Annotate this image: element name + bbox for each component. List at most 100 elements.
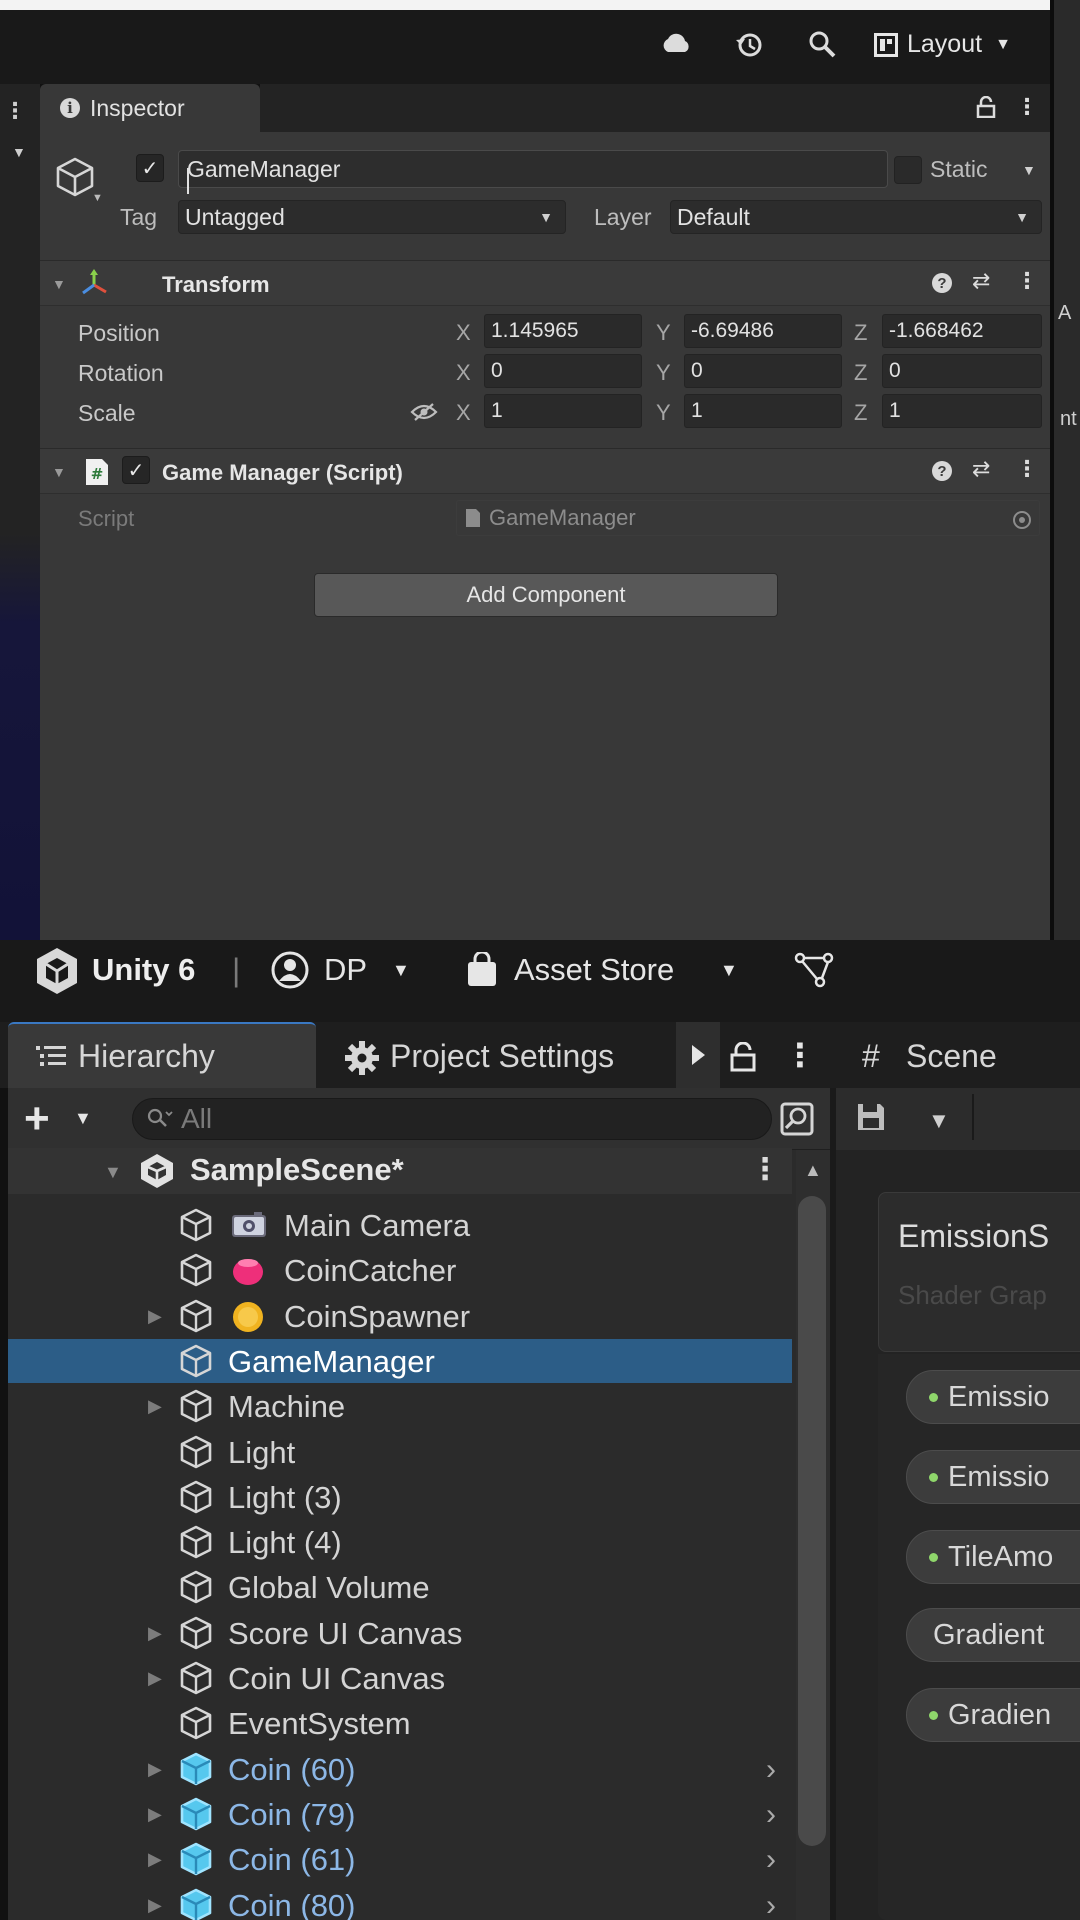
- fold-arrow-icon[interactable]: ▶: [148, 1396, 162, 1417]
- hierarchy-row[interactable]: ▶ CoinSpawner: [8, 1294, 792, 1338]
- fold-arrow-icon[interactable]: ▶: [148, 1623, 162, 1644]
- rotation-z-field[interactable]: 0: [882, 354, 1042, 388]
- position-x-field[interactable]: 1.145965: [484, 314, 642, 348]
- hierarchy-row[interactable]: GameManager: [8, 1339, 792, 1383]
- active-checkbox[interactable]: ✓: [136, 154, 164, 182]
- add-plus-button[interactable]: +: [24, 1094, 50, 1144]
- shader-property-pill[interactable]: Gradient: [906, 1608, 1080, 1662]
- more-vertical-icon[interactable]: ⋮: [784, 1036, 816, 1074]
- tab-overflow-button[interactable]: [676, 1022, 720, 1088]
- shopping-bag-icon[interactable]: [466, 952, 498, 988]
- chevron-down-icon[interactable]: ▼: [12, 144, 26, 160]
- position-y-field[interactable]: -6.69486: [684, 314, 842, 348]
- rotation-y-field[interactable]: 0: [684, 354, 842, 388]
- version-control-icon[interactable]: [794, 952, 834, 988]
- chevron-down-icon[interactable]: ▼: [928, 1108, 950, 1134]
- scale-y-field[interactable]: 1: [684, 394, 842, 428]
- hierarchy-row[interactable]: EventSystem: [8, 1701, 792, 1745]
- scrollbar-thumb[interactable]: [798, 1196, 826, 1846]
- fold-arrow-icon[interactable]: ▶: [148, 1668, 162, 1689]
- gameobject-cube-icon: [178, 1252, 214, 1288]
- chevron-down-icon[interactable]: ▼: [74, 1108, 92, 1129]
- help-icon[interactable]: ?: [932, 273, 952, 293]
- more-vertical-icon[interactable]: ⋮: [1016, 456, 1038, 482]
- coin-icon: [230, 1300, 266, 1334]
- tab-project-settings[interactable]: Project Settings: [390, 1038, 614, 1075]
- more-vertical-icon[interactable]: ⋮: [750, 1152, 780, 1187]
- fold-arrow-icon[interactable]: ▶: [148, 1804, 162, 1825]
- account-dropdown[interactable]: DP: [324, 952, 367, 988]
- scene-view-search-button[interactable]: [776, 1098, 818, 1140]
- tab-inspector[interactable]: i Inspector: [40, 84, 260, 132]
- script-enabled-checkbox[interactable]: ✓: [122, 456, 150, 484]
- fold-arrow-icon[interactable]: ▶: [148, 1306, 162, 1327]
- hierarchy-row[interactable]: ▶ Machine: [8, 1384, 792, 1428]
- hierarchy-row[interactable]: ▶ Score UI Canvas: [8, 1611, 792, 1655]
- more-vertical-icon[interactable]: ⋮: [1016, 94, 1038, 120]
- shader-property-pill[interactable]: Gradien: [906, 1688, 1080, 1742]
- save-icon[interactable]: [856, 1102, 886, 1132]
- add-component-button[interactable]: Add Component: [314, 573, 778, 617]
- static-checkbox[interactable]: [894, 156, 922, 184]
- gameobject-cube-icon: [178, 1569, 214, 1605]
- tag-dropdown[interactable]: Untagged ▼: [178, 200, 566, 234]
- cloud-icon[interactable]: [660, 32, 692, 54]
- tab-scene[interactable]: Scene: [906, 1038, 997, 1075]
- shader-property-pill[interactable]: Emissio: [906, 1370, 1080, 1424]
- unity-logo-icon[interactable]: [34, 946, 80, 996]
- fold-arrow-icon[interactable]: ▶: [148, 1895, 162, 1916]
- chevron-down-icon[interactable]: ▼: [1022, 162, 1036, 178]
- search-icon[interactable]: [808, 30, 836, 58]
- layer-dropdown[interactable]: Default ▼: [670, 200, 1042, 234]
- hierarchy-row[interactable]: Light (3): [8, 1475, 792, 1519]
- hierarchy-row[interactable]: ▶ Coin UI Canvas: [8, 1656, 792, 1700]
- constrain-proportions-icon[interactable]: [410, 402, 438, 422]
- fold-arrow-icon[interactable]: ▼: [52, 276, 66, 292]
- more-vertical-icon[interactable]: ⋮: [4, 98, 26, 124]
- hierarchy-row[interactable]: ▶ Coin (79) ›: [8, 1792, 792, 1836]
- more-vertical-icon[interactable]: ⋮: [1016, 268, 1038, 294]
- hierarchy-row[interactable]: ▶ Coin (80) ›: [8, 1883, 792, 1920]
- scale-x-field[interactable]: 1: [484, 394, 642, 428]
- shader-property-pill[interactable]: Emissio: [906, 1450, 1080, 1504]
- scroll-up-arrow-icon[interactable]: ▲: [804, 1160, 822, 1181]
- hierarchy-row[interactable]: CoinCatcher: [8, 1248, 792, 1292]
- hierarchy-row[interactable]: Global Volume: [8, 1565, 792, 1609]
- presets-icon[interactable]: ⇄: [972, 268, 990, 294]
- chevron-down-icon[interactable]: ▼: [392, 960, 410, 981]
- gameobject-cube-icon: [178, 1660, 214, 1696]
- fold-arrow-icon[interactable]: ▶: [148, 1849, 162, 1870]
- hierarchy-row[interactable]: Light (4): [8, 1520, 792, 1564]
- gameobject-cube-icon[interactable]: [54, 156, 96, 198]
- chevron-down-icon[interactable]: ▼: [92, 192, 103, 204]
- chevron-right-icon[interactable]: ›: [766, 1798, 776, 1832]
- hierarchy-search-input[interactable]: All: [132, 1098, 772, 1140]
- scale-z-field[interactable]: 1: [882, 394, 1042, 428]
- fold-arrow-icon[interactable]: ▼: [52, 464, 66, 480]
- object-picker-icon[interactable]: [1012, 510, 1032, 530]
- account-icon[interactable]: [270, 950, 310, 990]
- history-icon[interactable]: [734, 30, 764, 60]
- position-z-field[interactable]: -1.668462: [882, 314, 1042, 348]
- lock-icon[interactable]: [976, 96, 996, 118]
- hierarchy-row[interactable]: ▶ Coin (61) ›: [8, 1837, 792, 1881]
- shader-property-pill[interactable]: TileAmo: [906, 1530, 1080, 1584]
- object-name-input[interactable]: GameManager: [178, 150, 888, 188]
- hierarchy-row[interactable]: Main Camera: [8, 1203, 792, 1247]
- script-hash-icon: #: [84, 458, 110, 486]
- hierarchy-row[interactable]: Light: [8, 1430, 792, 1474]
- layout-dropdown[interactable]: Layout ▼: [874, 30, 1011, 59]
- chevron-right-icon[interactable]: ›: [766, 1889, 776, 1920]
- fold-arrow-icon[interactable]: ▶: [148, 1759, 162, 1780]
- chevron-down-icon[interactable]: ▼: [720, 960, 738, 981]
- hierarchy-row[interactable]: ▶ Coin (60) ›: [8, 1747, 792, 1791]
- chevron-right-icon[interactable]: ›: [766, 1753, 776, 1787]
- lock-icon[interactable]: [730, 1042, 756, 1072]
- asset-store-dropdown[interactable]: Asset Store: [514, 952, 674, 988]
- help-icon[interactable]: ?: [932, 461, 952, 481]
- chevron-right-icon[interactable]: ›: [766, 1843, 776, 1877]
- presets-icon[interactable]: ⇄: [972, 456, 990, 482]
- rotation-x-field[interactable]: 0: [484, 354, 642, 388]
- scene-name: SampleScene*: [190, 1152, 404, 1187]
- fold-arrow-icon[interactable]: ▼: [104, 1162, 122, 1183]
